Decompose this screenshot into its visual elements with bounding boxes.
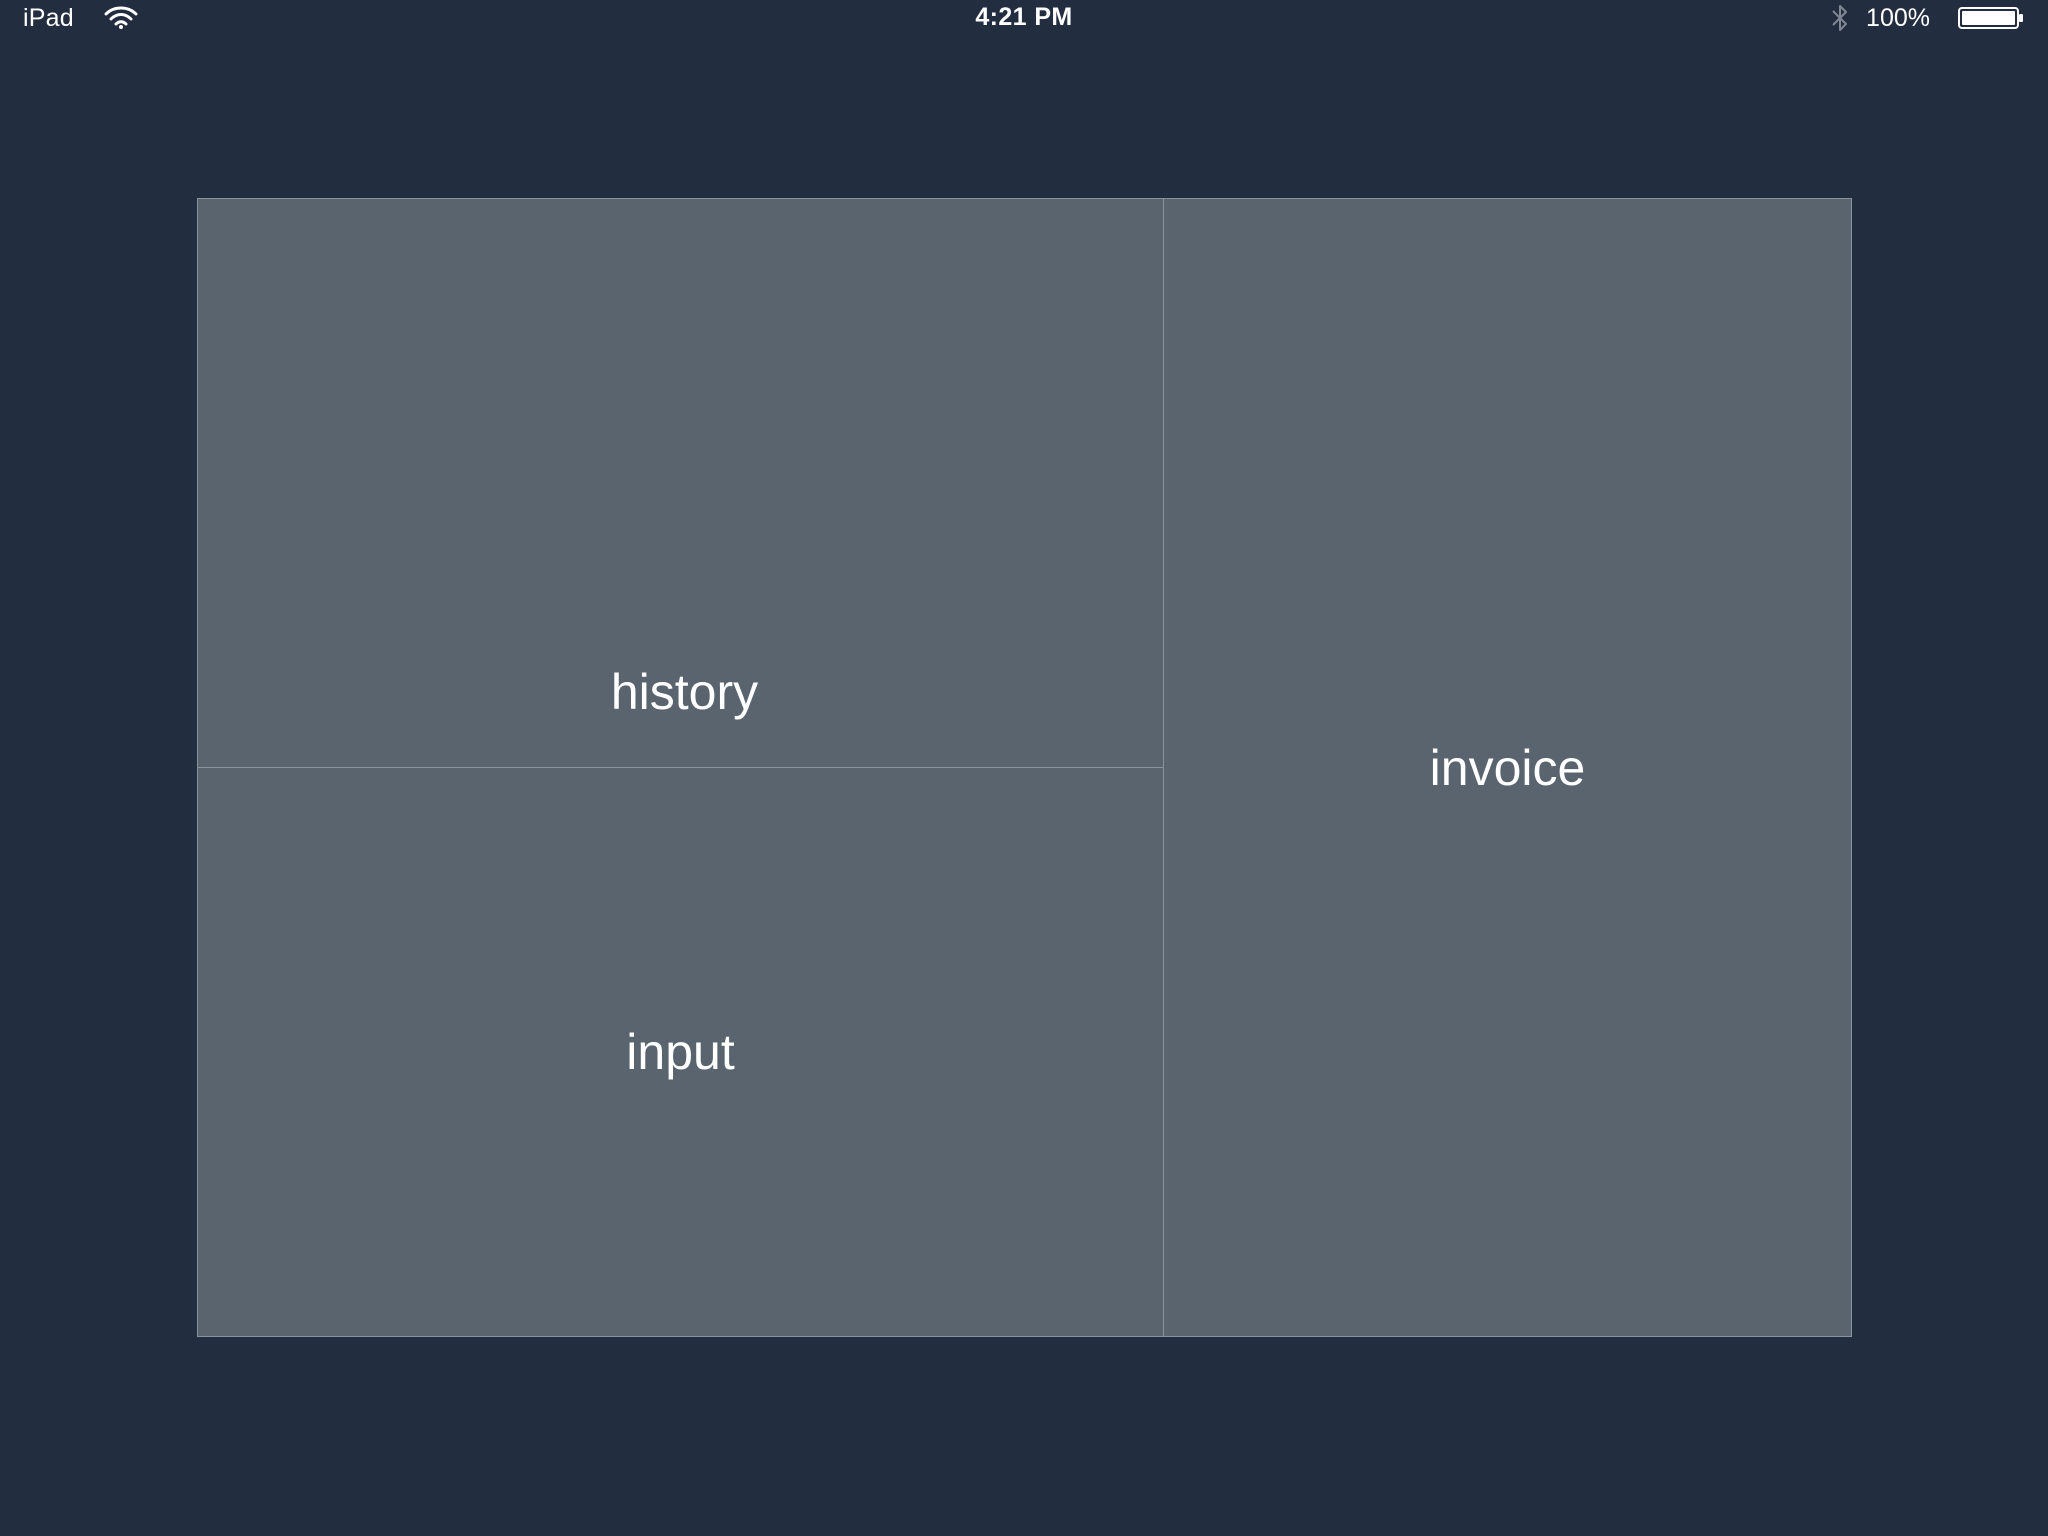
history-label: history (610, 664, 759, 720)
history-panel[interactable]: history (198, 199, 1164, 768)
bluetooth-icon (1832, 5, 1848, 31)
invoice-panel[interactable]: invoice (1164, 199, 1851, 1336)
input-panel[interactable]: input (198, 768, 1164, 1336)
dashboard-grid: history input invoice (197, 198, 1852, 1337)
status-bar: iPad 4:21 PM 100% (0, 0, 2048, 40)
ipad-screen: iPad 4:21 PM 100% history input invoice (0, 0, 2048, 1536)
battery-percent: 100% (1866, 3, 1930, 32)
input-label: input (626, 1024, 735, 1080)
battery-icon (1958, 7, 2023, 29)
status-right: 100% (1829, 2, 2024, 34)
invoice-label: invoice (1429, 739, 1586, 796)
status-time: 4:21 PM (975, 3, 1073, 31)
